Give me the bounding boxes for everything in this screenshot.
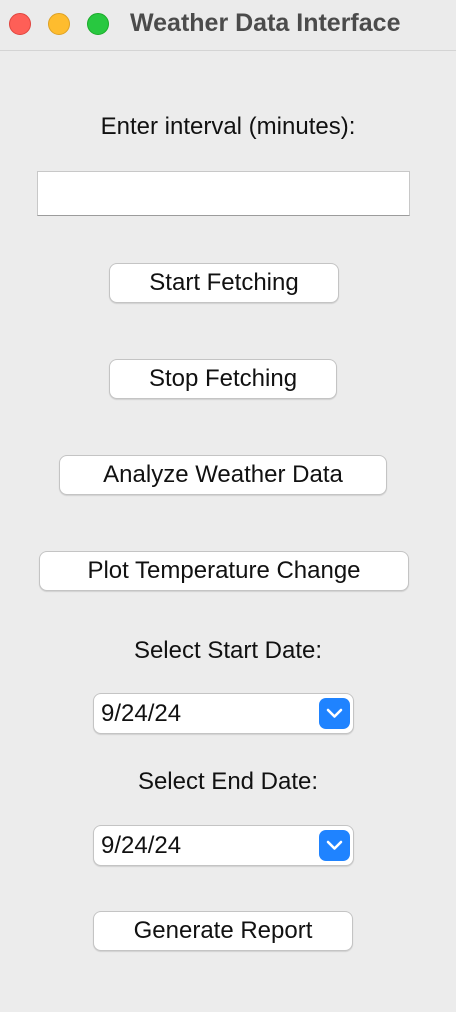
start-date-select[interactable]: 9/24/24 [93,693,354,734]
close-window-button[interactable] [9,13,31,35]
chevron-down-icon[interactable] [319,830,350,861]
end-date-label: Select End Date: [137,768,319,795]
app-window: Weather Data Interface Enter interval (m… [0,0,456,1012]
start-date-value: 9/24/24 [101,700,182,727]
window-title: Weather Data Interface [130,9,401,37]
interval-input[interactable] [37,171,410,216]
start-fetching-button[interactable]: Start Fetching [109,263,339,303]
minimize-window-button[interactable] [48,13,70,35]
interval-label: Enter interval (minutes): [100,113,356,140]
end-date-select[interactable]: 9/24/24 [93,825,354,866]
maximize-window-button[interactable] [87,13,109,35]
start-date-label: Select Start Date: [133,637,323,664]
plot-temperature-change-button[interactable]: Plot Temperature Change [39,551,409,591]
chevron-down-icon[interactable] [319,698,350,729]
end-date-value: 9/24/24 [101,832,182,859]
analyze-weather-data-button[interactable]: Analyze Weather Data [59,455,387,495]
generate-report-button[interactable]: Generate Report [93,911,353,951]
title-bar: Weather Data Interface [0,0,456,51]
stop-fetching-button[interactable]: Stop Fetching [109,359,337,399]
